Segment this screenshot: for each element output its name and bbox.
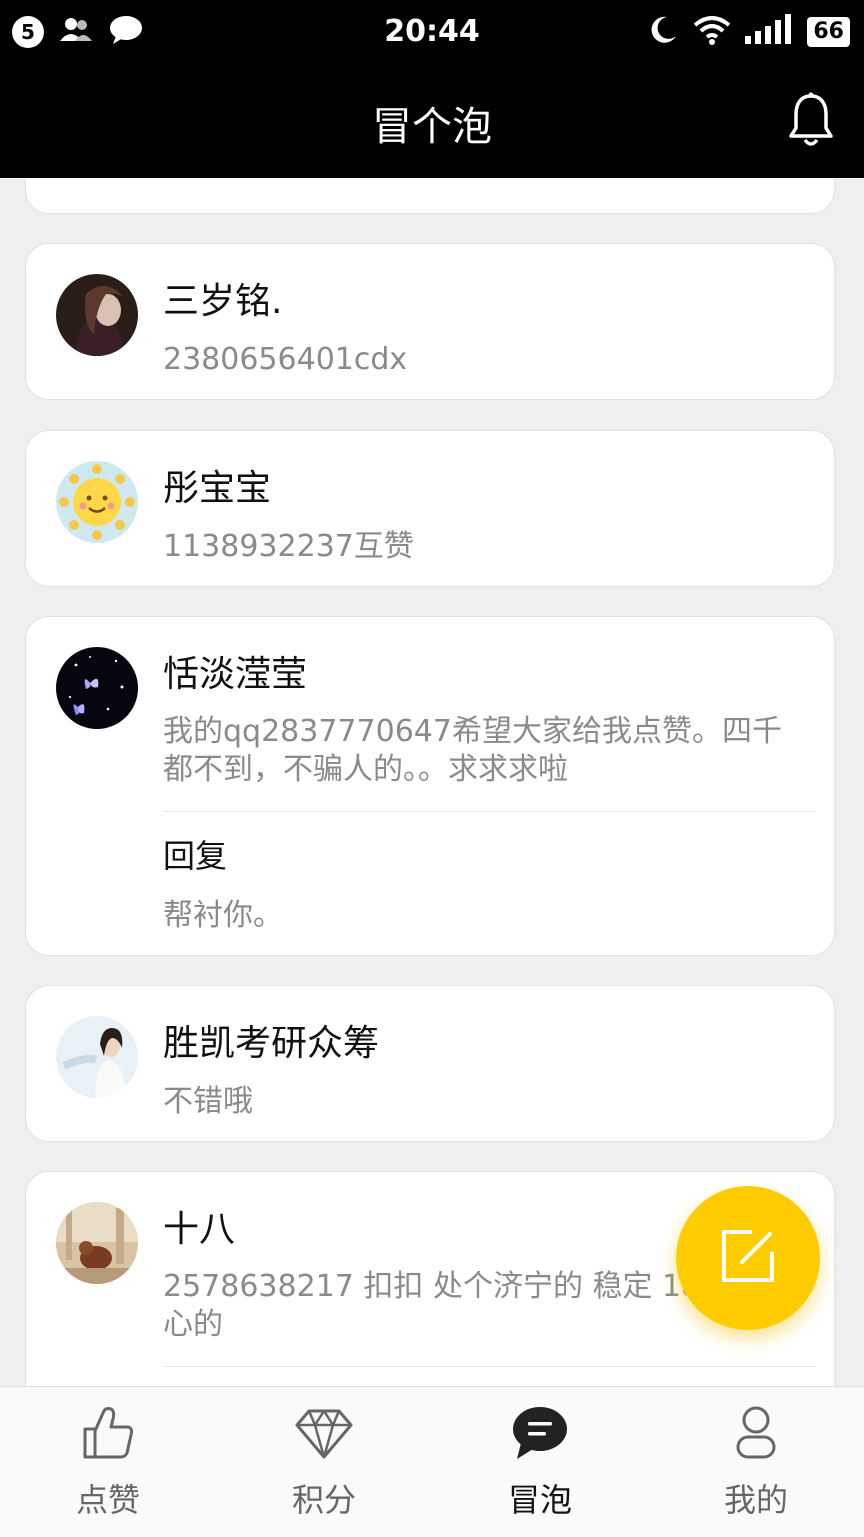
wifi-icon xyxy=(693,14,731,50)
post-message: 2380656401cdx xyxy=(163,342,408,377)
user-icon xyxy=(648,1403,864,1463)
chat-bubble-icon xyxy=(432,1403,648,1463)
nav-item-mine[interactable]: 我的 xyxy=(648,1387,864,1537)
app-header: 冒个泡 xyxy=(0,64,864,178)
post-author-name: 彤宝宝 xyxy=(163,468,272,509)
bottom-nav: 点赞 积分 冒泡 我的 xyxy=(0,1386,864,1537)
avatar[interactable] xyxy=(56,1016,138,1098)
thumbs-up-icon xyxy=(0,1403,216,1463)
battery-indicator: 66 xyxy=(807,17,850,47)
post-message: 1138932237互赞 xyxy=(163,529,414,564)
post-message: 不错哦 xyxy=(163,1084,253,1119)
status-bar: 5 20:44 66 xyxy=(0,0,864,64)
post-card[interactable]: 恬淡滢莹 我的qq2837770647希望大家给我点赞。四千都不到，不骗人的。。… xyxy=(25,616,835,956)
post-author-name: 三岁铭. xyxy=(163,281,283,322)
signal-icon xyxy=(745,14,793,50)
nav-item-points[interactable]: 积分 xyxy=(216,1387,432,1537)
avatar[interactable] xyxy=(56,1202,138,1284)
post-card[interactable]: 三岁铭. 2380656401cdx xyxy=(25,243,835,400)
post-author-name: 十八 xyxy=(163,1209,236,1250)
moon-icon xyxy=(647,14,679,50)
post-card[interactable]: 胜凯考研众筹 不错哦 xyxy=(25,985,835,1142)
avatar[interactable] xyxy=(56,274,138,356)
post-author-name: 胜凯考研众筹 xyxy=(163,1023,380,1064)
nav-item-like[interactable]: 点赞 xyxy=(0,1387,216,1537)
nav-label: 冒泡 xyxy=(507,1481,572,1519)
edit-icon xyxy=(718,1226,778,1290)
nav-label: 积分 xyxy=(291,1481,356,1519)
reply-text: 帮衬你。 xyxy=(163,898,283,933)
nav-item-bubble[interactable]: 冒泡 xyxy=(432,1387,648,1537)
compose-post-button[interactable] xyxy=(676,1186,820,1330)
nav-label: 点赞 xyxy=(75,1481,140,1519)
diamond-icon xyxy=(216,1403,432,1463)
post-card[interactable]: 彤宝宝 1138932237互赞 xyxy=(25,430,835,587)
page-title: 冒个泡 xyxy=(372,104,492,150)
avatar[interactable] xyxy=(56,647,138,729)
bell-icon[interactable] xyxy=(788,92,834,152)
post-author-name: 恬淡滢莹 xyxy=(163,654,308,695)
divider xyxy=(163,811,816,812)
divider xyxy=(163,1366,816,1367)
nav-label: 我的 xyxy=(723,1481,788,1519)
avatar[interactable] xyxy=(56,461,138,543)
reply-label: 回复 xyxy=(163,837,228,875)
post-message: 我的qq2837770647希望大家给我点赞。四千都不到，不骗人的。。求求求啦 xyxy=(163,714,782,787)
post-card-partial[interactable] xyxy=(25,178,835,214)
